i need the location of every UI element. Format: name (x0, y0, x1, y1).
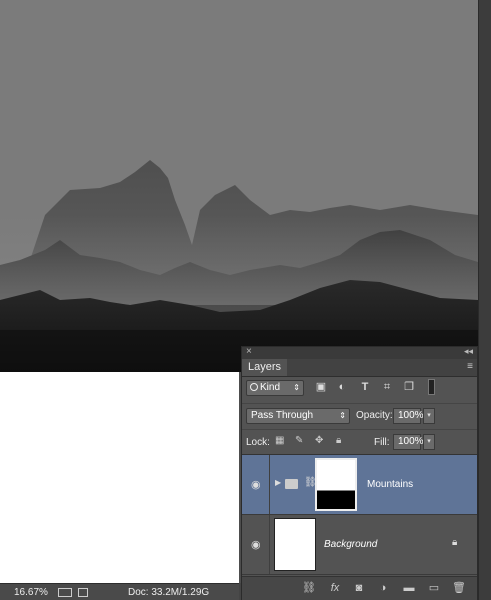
lock-row: Lock: ▦ ✎ ✥ 🔒︎ Fill: 100% ▾ (242, 429, 477, 455)
visibility-eye-icon[interactable]: ◉ (251, 478, 261, 491)
fill-input[interactable]: 100% (393, 434, 424, 450)
divider (269, 455, 270, 514)
blend-mode-select[interactable]: Pass Through ⇕ (246, 408, 350, 424)
panel-footer: ⛓ fx ◙ ◑ ▬ ▭ 🗑︎ (242, 576, 477, 600)
blend-mode-label: Pass Through (251, 410, 314, 421)
blend-row: Pass Through ⇕ Opacity: 100% ▾ (242, 403, 477, 426)
status-bar: 16.67% Doc: 33.2M/1.29G (0, 583, 239, 600)
adjustment-filter-icon[interactable]: ◐ (335, 380, 349, 394)
layers-list: ◉ ▶ ⛓ Mountains ◉ Background 🔒︎ (242, 455, 477, 575)
layer-thumbnail[interactable] (274, 518, 316, 571)
lock-icon: 🔒︎ (452, 537, 458, 548)
lock-all-icon[interactable]: 🔒︎ (336, 436, 346, 446)
smart-object-filter-icon[interactable]: ❐ (402, 380, 416, 394)
collapse-icon[interactable]: ◂◂ (464, 346, 473, 357)
lock-transparent-icon[interactable]: ▦ (275, 436, 285, 446)
panel-menu-icon[interactable]: ≡ (467, 361, 473, 372)
layer-row-mountains[interactable]: ◉ ▶ ⛓ Mountains (242, 455, 477, 515)
link-layers-icon[interactable]: ⛓ (302, 581, 316, 595)
search-icon (250, 383, 258, 392)
type-filter-icon[interactable]: T (358, 380, 372, 394)
delete-layer-icon[interactable]: 🗑︎ (452, 581, 466, 595)
opacity-dropdown-icon[interactable]: ▾ (423, 408, 435, 424)
lock-position-icon[interactable]: ✥ (315, 436, 325, 446)
opacity-input[interactable]: 100% (393, 408, 424, 424)
layer-name[interactable]: Background (324, 539, 377, 550)
zoom-level[interactable]: 16.67% (14, 587, 54, 598)
lock-label: Lock: (246, 437, 270, 448)
stepper-arrows-icon: ⇕ (339, 411, 346, 420)
close-icon[interactable]: × (246, 346, 252, 357)
tab-layers[interactable]: Layers (242, 359, 288, 376)
fill-dropdown-icon[interactable]: ▾ (423, 434, 435, 450)
folder-icon (285, 479, 298, 489)
mountains-image (0, 160, 478, 372)
stepper-arrows-icon: ⇕ (293, 383, 300, 392)
expand-arrow-icon[interactable]: ▶ (275, 478, 281, 487)
panel-tab-row: Layers ≡ (242, 359, 477, 377)
fill-label: Fill: (374, 437, 390, 448)
mountains-artwork (0, 0, 478, 372)
visibility-eye-icon[interactable]: ◉ (251, 538, 261, 551)
new-group-icon[interactable]: ▬ (402, 581, 416, 595)
mask-thumbnail[interactable] (315, 458, 357, 511)
layer-row-background[interactable]: ◉ Background 🔒︎ (242, 515, 477, 575)
filter-toggle[interactable] (428, 379, 435, 395)
image-filter-icon[interactable]: ▣ (314, 380, 328, 394)
fx-icon[interactable]: fx (328, 581, 342, 595)
timeline-icon[interactable] (58, 587, 72, 597)
right-dock-strip (478, 0, 491, 600)
lock-image-icon[interactable]: ✎ (295, 436, 305, 446)
layers-panel: × ◂◂ Layers ≡ Kind ⇕ ▣ ◐ T ⌗ ❐ Pass Throu… (241, 346, 478, 600)
filter-kind-select[interactable]: Kind ⇕ (246, 380, 304, 396)
filter-row: Kind ⇕ ▣ ◐ T ⌗ ❐ (242, 377, 477, 401)
layer-name[interactable]: Mountains (367, 479, 413, 490)
new-layer-icon[interactable]: ▭ (427, 581, 441, 595)
filter-kind-label: Kind (260, 382, 281, 393)
shape-filter-icon[interactable]: ⌗ (380, 380, 394, 394)
opacity-label: Opacity: (356, 410, 393, 421)
canvas-white-area (0, 372, 239, 583)
doc-size: Doc: 33.2M/1.29G (128, 586, 210, 598)
add-mask-icon[interactable]: ◙ (352, 581, 366, 595)
share-icon[interactable] (78, 587, 88, 597)
new-adjustment-icon[interactable]: ◑ (376, 581, 390, 595)
divider (269, 515, 270, 574)
panel-titlebar: × ◂◂ (242, 346, 477, 359)
